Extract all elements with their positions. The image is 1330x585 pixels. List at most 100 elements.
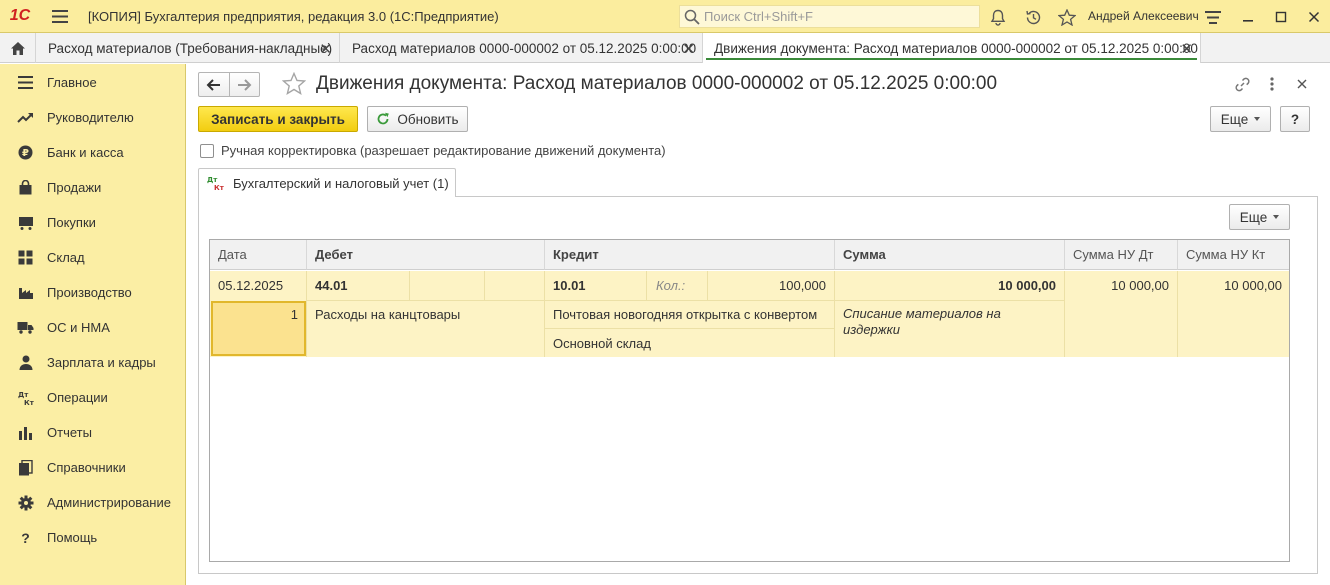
settings-lines-icon — [1205, 10, 1221, 24]
column-header-sum-nu-kt[interactable]: Сумма НУ Кт — [1178, 240, 1289, 270]
sidebar-item-label: Главное — [47, 75, 97, 90]
cell-date[interactable]: 05.12.2025 — [218, 271, 283, 300]
form-title: Движения документа: Расход материалов 00… — [316, 73, 998, 94]
add-to-favorites-button[interactable] — [281, 71, 307, 98]
factory-icon — [17, 284, 34, 301]
cell-sum-nu-dt[interactable]: 10 000,00 — [1070, 271, 1169, 300]
more-actions-button[interactable] — [1262, 74, 1282, 94]
user-name[interactable]: Андрей Алексеевич — [1088, 9, 1199, 23]
cell-sum[interactable]: 10 000,00 — [840, 271, 1056, 300]
sidebar-item-catalogs[interactable]: Справочники — [0, 450, 186, 485]
sidebar-item-label: Администрирование — [47, 495, 171, 510]
movements-table[interactable]: Дата Дебет Кредит Сумма Сумма НУ Дт Сумм… — [209, 239, 1290, 562]
tab-document-movements[interactable]: Движения документа: Расход материалов 00… — [703, 33, 1201, 63]
column-header-sum[interactable]: Сумма — [835, 240, 1065, 270]
tab-requisitions-list[interactable]: Расход материалов (Требования-накладные)… — [37, 33, 340, 63]
sidebar-item-help[interactable]: ? Помощь — [0, 520, 186, 555]
truck-icon — [17, 319, 34, 336]
svg-text:Кт: Кт — [214, 184, 225, 192]
cell-credit-qty[interactable]: 100,000 — [710, 271, 826, 300]
app-title: [КОПИЯ] Бухгалтерия предприятия, редакци… — [88, 8, 499, 24]
warehouse-icon — [17, 249, 34, 266]
link-button[interactable] — [1232, 74, 1252, 94]
sidebar-item-label: Покупки — [47, 215, 96, 230]
sidebar-item-sales[interactable]: Продажи — [0, 170, 186, 205]
svg-text:Дт: Дт — [18, 391, 29, 399]
minimize-button[interactable] — [1236, 5, 1260, 29]
manual-correction-row: Ручная корректировка (разрешает редактир… — [200, 143, 666, 158]
favorites-button[interactable] — [1055, 5, 1079, 29]
save-and-close-button[interactable]: Записать и закрыть — [198, 106, 358, 132]
tab-label: Бухгалтерский и налоговый учет (1) — [233, 175, 449, 191]
sidebar-item-warehouse[interactable]: Склад — [0, 240, 186, 275]
search-input[interactable]: Поиск Ctrl+Shift+F — [679, 5, 980, 28]
cell-line-number[interactable]: 1 — [212, 301, 298, 327]
svg-text:Дт: Дт — [207, 176, 218, 184]
sidebar-item-reports[interactable]: Отчеты — [0, 415, 186, 450]
maximize-button[interactable] — [1269, 5, 1293, 29]
tab-document[interactable]: Расход материалов 0000-000002 от 05.12.2… — [341, 33, 703, 63]
close-window-button[interactable] — [1302, 5, 1326, 29]
minimize-icon — [1243, 20, 1253, 22]
forward-button[interactable] — [228, 73, 259, 96]
close-form-button[interactable] — [1292, 74, 1312, 94]
tab-close-icon[interactable]: ✕ — [682, 40, 695, 58]
tab-close-icon[interactable]: ✕ — [319, 40, 332, 58]
column-header-debit[interactable]: Дебет — [307, 240, 545, 270]
cell-credit-subconto-2[interactable]: Основной склад — [553, 329, 651, 357]
sidebar-item-purchases[interactable]: Покупки — [0, 205, 186, 240]
tab-accounting-tax[interactable]: Дт Кт Бухгалтерский и налоговый учет (1) — [198, 168, 456, 197]
history-icon — [1025, 10, 1040, 24]
kebab-icon — [1270, 77, 1274, 91]
table-more-button[interactable]: Еще — [1229, 204, 1290, 230]
cell-credit-account[interactable]: 10.01 — [553, 271, 586, 300]
manual-correction-checkbox[interactable] — [200, 143, 214, 158]
manual-correction-label[interactable]: Ручная корректировка (разрешает редактир… — [221, 143, 666, 158]
sidebar-item-salary[interactable]: Зарплата и кадры — [0, 345, 186, 380]
cell-sum-nu-kt[interactable]: 10 000,00 — [1183, 271, 1282, 300]
main-menu-button[interactable] — [40, 0, 80, 33]
more-label: Еще — [1220, 111, 1249, 127]
sidebar-item-operations[interactable]: Дт Кт Операции — [0, 380, 186, 415]
sidebar-item-administration[interactable]: Администрирование — [0, 485, 186, 520]
app-logo[interactable]: 1С — [0, 0, 40, 33]
sidebar-item-production[interactable]: Производство — [0, 275, 186, 310]
back-button[interactable] — [199, 73, 229, 96]
tab-label: Расход материалов 0000-000002 от 05.12.2… — [352, 40, 697, 56]
person-icon — [17, 354, 34, 371]
column-header-sum-nu-dt[interactable]: Сумма НУ Дт — [1065, 240, 1178, 270]
star-icon — [1058, 8, 1076, 26]
home-icon — [10, 41, 25, 55]
tab-close-icon[interactable]: ✕ — [1180, 40, 1193, 58]
sidebar-item-main[interactable]: Главное — [0, 65, 186, 100]
search-icon — [684, 9, 700, 25]
tab-label: Расход материалов (Требования-накладные) — [48, 40, 333, 56]
refresh-icon — [378, 112, 390, 125]
sidebar-item-label: Склад — [47, 250, 85, 265]
sidebar-item-label: Отчеты — [47, 425, 92, 440]
home-button[interactable] — [0, 33, 36, 63]
dt-kt-icon: ДтКт — [17, 389, 34, 406]
sidebar-item-label: Производство — [47, 285, 132, 300]
more-button[interactable]: Еще — [1210, 106, 1271, 132]
help-button[interactable]: ? — [1280, 106, 1310, 132]
sidebar-item-manager[interactable]: Руководителю — [0, 100, 186, 135]
notifications-button[interactable] — [986, 5, 1010, 29]
open-windows-bar: Расход материалов (Требования-накладные)… — [0, 33, 1330, 63]
cell-credit-subconto-1[interactable]: Почтовая новогодняя открытка с конвертом — [553, 301, 817, 328]
settings-menu-button[interactable] — [1201, 5, 1225, 29]
sidebar-item-fixed-assets[interactable]: ОС и НМА — [0, 310, 186, 345]
history-button[interactable] — [1021, 5, 1045, 29]
question-icon: ? — [21, 529, 30, 546]
column-header-credit[interactable]: Кредит — [545, 240, 835, 270]
refresh-button[interactable]: Обновить — [367, 106, 468, 132]
close-icon — [1297, 79, 1307, 89]
refresh-label: Обновить — [397, 111, 459, 127]
table-more-label: Еще — [1239, 209, 1268, 225]
cell-content[interactable]: Списание материалов на издержки — [843, 306, 1043, 338]
cell-debit-subconto[interactable]: Расходы на канцтовары — [315, 301, 460, 327]
column-header-date[interactable]: Дата — [210, 240, 307, 270]
sidebar-item-label: Продажи — [47, 180, 102, 195]
cell-debit-account[interactable]: 44.01 — [315, 271, 348, 300]
sidebar-item-bank[interactable]: ₽ Банк и касса — [0, 135, 186, 170]
